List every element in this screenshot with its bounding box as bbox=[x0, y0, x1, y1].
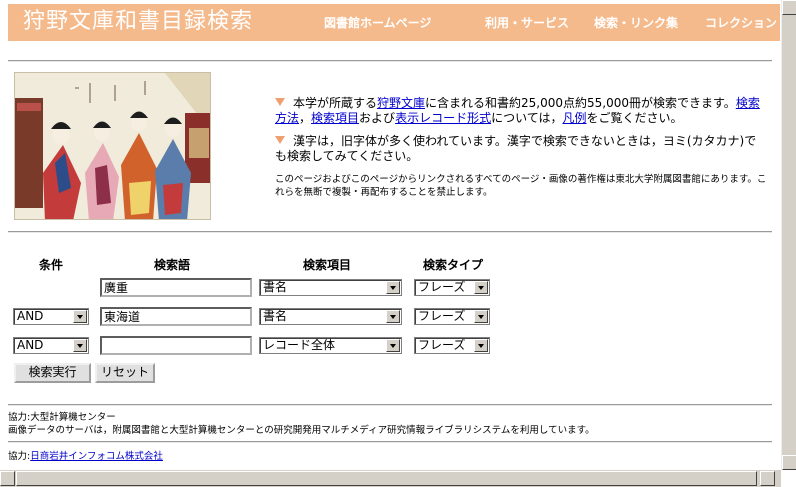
search-submit-button[interactable]: 検索実行 bbox=[14, 363, 91, 383]
header-type: 検索タイプ bbox=[423, 258, 484, 272]
scroll-right-arrow-icon[interactable] bbox=[760, 471, 775, 486]
horizontal-scroll-thumb[interactable] bbox=[16, 471, 757, 486]
footer-server-note: 画像データのサーバは，附属図書館と大型計算機センターとの研究開発用マルチメディア… bbox=[8, 425, 595, 436]
header-term: 検索語 bbox=[154, 258, 191, 272]
chevron-down-icon[interactable] bbox=[386, 339, 400, 352]
intro-paragraph-1: 本学が所蔵する狩野文庫に含まれる和書約25,000点約55,000冊が検索できま… bbox=[275, 96, 760, 125]
intro-paragraph-2: 漢字は，旧字体が多く使われています。漢字で検索できないときは，ヨミ(カタカナ)で… bbox=[275, 134, 757, 163]
scroll-left-arrow-icon[interactable] bbox=[0, 471, 15, 486]
type-select-2[interactable]: フレーズ bbox=[414, 308, 490, 325]
type-select-1[interactable]: フレーズ bbox=[414, 279, 490, 296]
field-select-3[interactable]: レコード全体 bbox=[259, 337, 402, 354]
nav-collection[interactable]: コレクション bbox=[705, 15, 777, 31]
nav-library-home[interactable]: 図書館ホームページ bbox=[324, 15, 431, 31]
condition-select-3[interactable]: AND bbox=[13, 337, 89, 354]
record-format-link[interactable]: 表示レコード形式 bbox=[395, 111, 491, 125]
bullet-triangle-icon bbox=[275, 136, 285, 144]
condition-select-2[interactable]: AND bbox=[13, 308, 89, 325]
chevron-down-icon[interactable] bbox=[474, 281, 488, 294]
search-term-input-3[interactable] bbox=[100, 336, 252, 355]
chevron-down-icon[interactable] bbox=[474, 339, 488, 352]
chevron-down-icon[interactable] bbox=[73, 310, 87, 323]
bullet-triangle-icon bbox=[275, 98, 285, 106]
nav-services[interactable]: 利用・サービス bbox=[485, 15, 569, 31]
search-term-input-1[interactable] bbox=[100, 278, 252, 297]
header-field: 検索項目 bbox=[303, 258, 352, 272]
type-select-3[interactable]: フレーズ bbox=[414, 337, 490, 354]
chevron-down-icon[interactable] bbox=[386, 310, 400, 323]
search-items-link[interactable]: 検索項目 bbox=[311, 111, 359, 125]
search-term-input-2[interactable] bbox=[100, 307, 252, 326]
footer-cooperation: 協力:大型計算機センター bbox=[8, 412, 116, 423]
horizontal-scrollbar[interactable] bbox=[0, 470, 781, 487]
nav-search-links[interactable]: 検索・リンク集 bbox=[594, 15, 678, 31]
page-title: 狩野文庫和書目録検索 bbox=[23, 9, 254, 34]
divider bbox=[8, 404, 772, 406]
vertical-scrollbar[interactable] bbox=[781, 0, 796, 470]
scroll-up-arrow-icon[interactable] bbox=[782, 0, 796, 15]
field-select-2[interactable]: 書名 bbox=[259, 308, 402, 325]
nissho-iwai-link[interactable]: 日商岩井インフォコム株式会社 bbox=[30, 451, 163, 462]
chevron-down-icon[interactable] bbox=[474, 310, 488, 323]
divider bbox=[8, 231, 772, 233]
footer-cooperation-2: 協力:日商岩井インフォコム株式会社 bbox=[8, 451, 163, 462]
scroll-down-arrow-icon[interactable] bbox=[782, 455, 796, 470]
header-bar: 狩野文庫和書目録検索 図書館ホームページ 利用・サービス 検索・リンク集 コレク… bbox=[8, 4, 780, 41]
chevron-down-icon[interactable] bbox=[73, 339, 87, 352]
ukiyoe-artwork bbox=[14, 72, 211, 220]
copyright-notice: このページおよびこのページからリンクされるすべてのページ・画像の著作権は東北大学… bbox=[275, 174, 767, 198]
reset-button[interactable]: リセット bbox=[95, 363, 155, 383]
divider bbox=[8, 60, 772, 62]
header-condition: 条件 bbox=[39, 258, 64, 272]
field-select-1[interactable]: 書名 bbox=[259, 279, 402, 296]
legend-link[interactable]: 凡例 bbox=[562, 111, 586, 125]
kano-bunko-link[interactable]: 狩野文庫 bbox=[377, 96, 425, 110]
divider bbox=[8, 441, 772, 443]
chevron-down-icon[interactable] bbox=[386, 281, 400, 294]
